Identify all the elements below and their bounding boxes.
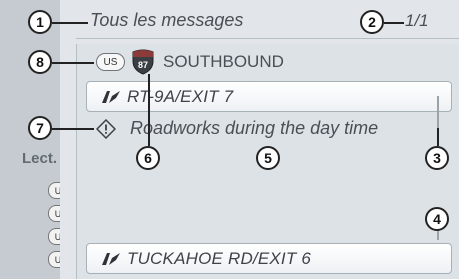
background-heading: Lect. <box>22 150 58 167</box>
callout-leader <box>148 74 150 146</box>
callout-4: 4 <box>425 207 449 231</box>
message-text: Roadworks during the day time <box>130 118 379 138</box>
callout-leader <box>52 128 94 130</box>
page-title: Tous les messages <box>90 10 244 30</box>
callout-leader <box>384 22 404 24</box>
list-item-label: RT-9A/EXIT 7 <box>127 86 234 106</box>
scrollbar-top[interactable] <box>437 96 439 128</box>
callout-leader <box>52 62 94 64</box>
callout-leader <box>52 22 88 24</box>
callout-2: 2 <box>360 10 384 34</box>
warning-icon <box>96 118 116 139</box>
page-indicator: 1/1 <box>405 11 429 30</box>
route-exit-icon <box>102 252 120 265</box>
callout-7: 7 <box>28 116 52 140</box>
list-item-label: TUCKAHOE RD/EXIT 6 <box>127 248 312 268</box>
list-item-exit-7[interactable]: RT-9A/EXIT 7 <box>86 81 452 112</box>
us-badge: US <box>96 53 125 71</box>
shield-number: 87 <box>138 60 148 70</box>
route-exit-icon <box>102 90 120 103</box>
traffic-message: Roadworks during the day time <box>96 118 378 139</box>
callout-6: 6 <box>136 146 160 170</box>
callout-leader <box>437 128 439 146</box>
header-divider <box>76 38 459 39</box>
callout-8: 8 <box>28 50 52 74</box>
callout-5: 5 <box>256 146 280 170</box>
traffic-messages-screen: Lect. US US US US Tous les messages 1/1 … <box>0 0 459 279</box>
road-header: US 87 SOUTHBOUND <box>96 49 284 75</box>
callout-3: 3 <box>425 146 449 170</box>
list-item-exit-6[interactable]: TUCKAHOE RD/EXIT 6 <box>86 243 452 274</box>
road-direction: SOUTHBOUND <box>163 52 284 71</box>
callout-1: 1 <box>28 10 52 34</box>
interstate-shield-icon: 87 <box>132 49 154 75</box>
